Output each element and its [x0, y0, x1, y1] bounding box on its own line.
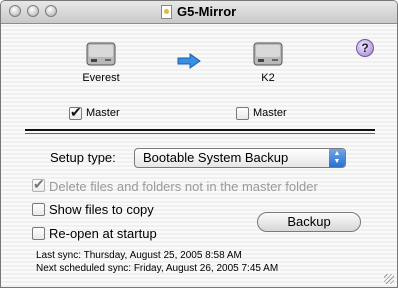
source-master-checkbox[interactable]	[69, 104, 82, 121]
help-button[interactable]: ?	[356, 39, 374, 57]
close-window-button[interactable]	[9, 5, 21, 17]
resize-grip-icon[interactable]	[384, 274, 394, 284]
sync-direction-arrow-icon	[177, 53, 201, 69]
app-window: G5-Mirror Everest K2 ? Master Master Set…	[0, 0, 398, 288]
setup-type-label: Setup type:	[50, 150, 116, 165]
delete-files-checkbox[interactable]	[32, 176, 45, 193]
target-drive-label: K2	[261, 72, 275, 84]
next-sync-text: Next scheduled sync: Friday, August 26, …	[36, 263, 279, 274]
title-bar: G5-Mirror	[1, 1, 397, 24]
delete-files-label: Delete files and folders not in the mast…	[49, 179, 318, 194]
section-divider-thin	[25, 133, 375, 134]
section-divider	[25, 129, 375, 131]
popup-arrows-icon: ▲ ▼	[329, 149, 345, 167]
backup-button[interactable]: Backup	[257, 212, 361, 232]
source-drive-icon[interactable]	[83, 37, 119, 73]
minimize-window-button[interactable]	[27, 5, 39, 17]
reopen-startup-checkbox[interactable]	[32, 227, 45, 240]
zoom-window-button[interactable]	[45, 5, 57, 17]
target-master-checkbox[interactable]	[236, 107, 249, 120]
setup-type-value: Bootable System Backup	[143, 150, 289, 165]
source-master-label: Master	[86, 107, 120, 119]
document-icon	[161, 5, 172, 19]
reopen-startup-label: Re-open at startup	[49, 226, 157, 241]
last-sync-text: Last sync: Thursday, August 25, 2005 8:5…	[36, 250, 242, 261]
window-title: G5-Mirror	[177, 4, 237, 19]
source-drive-label: Everest	[82, 72, 120, 84]
show-files-label: Show files to copy	[49, 202, 154, 217]
show-files-checkbox[interactable]	[32, 203, 45, 216]
target-drive-icon[interactable]	[250, 37, 286, 73]
setup-type-popup[interactable]: Bootable System Backup ▲ ▼	[134, 148, 346, 168]
target-master-label: Master	[253, 107, 287, 119]
